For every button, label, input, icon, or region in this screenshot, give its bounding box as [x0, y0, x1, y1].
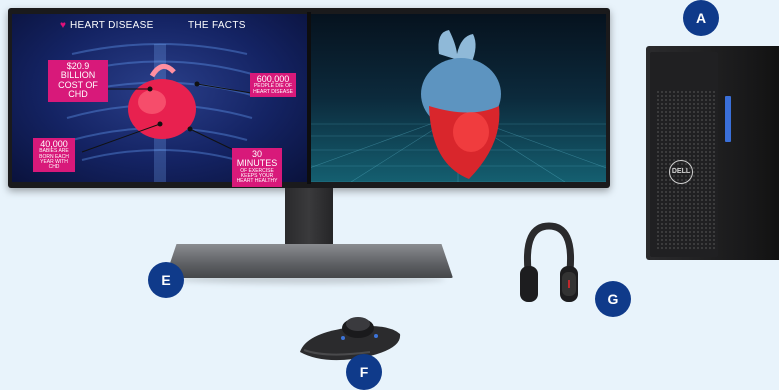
monitor-stand-base [165, 244, 453, 278]
stat-deaths-box: 600,000 PEOPLE DIE OF HEART DISEASE [250, 73, 296, 97]
label-f-badge: F [346, 354, 382, 390]
stat-cost-value: $20.9 BILLION [60, 61, 96, 81]
stat-cost-label: COST OF CHD [58, 79, 98, 100]
headset-image [520, 222, 578, 302]
right-screen [311, 14, 606, 182]
label-e-badge: E [148, 262, 184, 298]
infographic-subtitle: THE FACTS [188, 20, 246, 31]
stat-exercise-box: 30 MINUTES OF EXERCISE KEEPS YOUR HEART … [232, 148, 282, 187]
tower-usb-ports [725, 96, 731, 142]
label-a-badge: A [683, 0, 719, 36]
3d-heart-model-image [311, 30, 606, 182]
label-g-badge: G [595, 281, 631, 317]
3d-mouse-image [300, 317, 401, 361]
stat-babies-box: 40,000 BABIES ARE BORN EACH YEAR WITH CH… [33, 138, 75, 173]
stat-babies-label: BABIES ARE BORN EACH YEAR WITH CHD [39, 148, 69, 171]
stat-cost-box: $20.9 BILLION COST OF CHD [48, 60, 108, 102]
infographic-title: HEART DISEASE [70, 20, 154, 31]
stat-exercise-value: 30 MINUTES [236, 149, 278, 169]
dell-logo-icon: DELL [669, 160, 693, 184]
monitor-stand-neck [285, 188, 333, 248]
heart-icon: ♥ [60, 20, 66, 31]
stat-deaths-label: PEOPLE DIE OF HEART DISEASE [253, 83, 293, 95]
stat-exercise-label: OF EXERCISE KEEPS YOUR HEART HEALTHY [236, 167, 278, 185]
